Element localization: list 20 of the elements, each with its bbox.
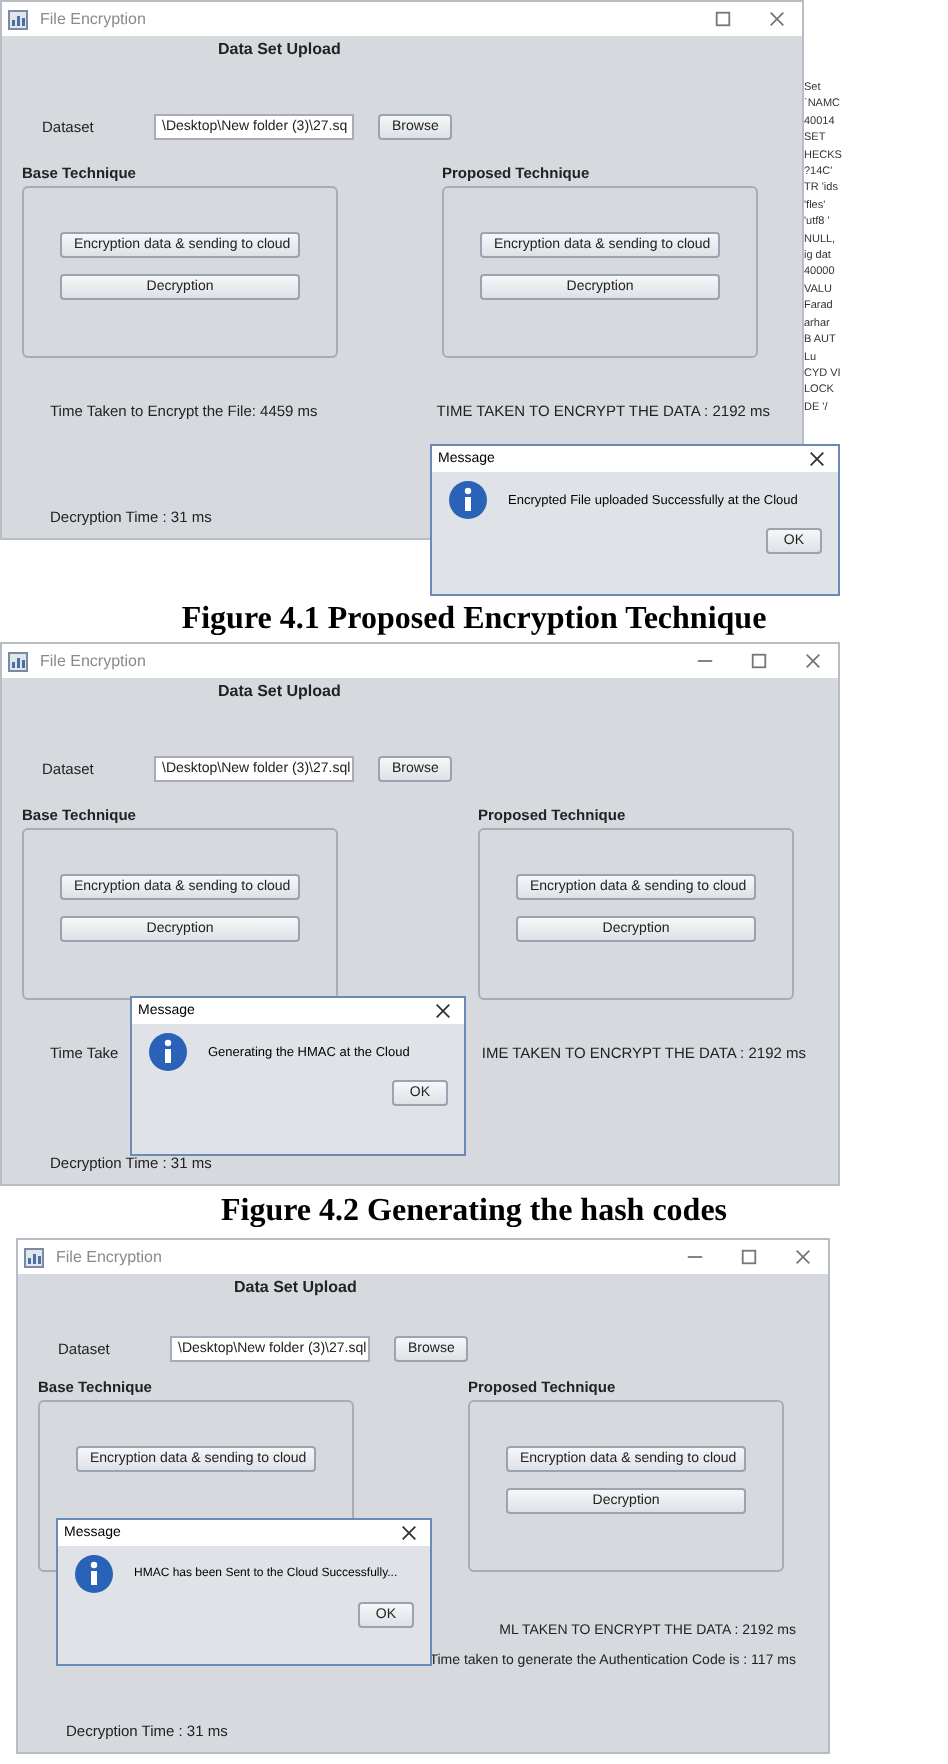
maximize-icon[interactable] — [750, 652, 768, 670]
section-heading: Data Set Upload — [218, 40, 343, 58]
app-icon — [24, 1247, 44, 1267]
window-title: File Encryption — [40, 10, 146, 28]
figure-caption: Figure 4.2 Generating the hash codes — [218, 1192, 730, 1232]
app-icon — [8, 9, 28, 29]
figure-caption: Figure 4.1 Proposed Encryption Technique — [179, 600, 769, 640]
maximize-icon[interactable] — [714, 10, 732, 28]
window-title: File Encryption — [56, 1248, 162, 1266]
info-icon — [148, 1032, 188, 1072]
close-icon[interactable] — [808, 450, 826, 468]
section-heading: Data Set Upload — [218, 682, 343, 700]
maximize-icon[interactable] — [740, 1248, 758, 1266]
app-icon — [8, 651, 28, 671]
close-icon[interactable] — [434, 1002, 452, 1020]
window-title: File Encryption — [40, 652, 146, 670]
close-icon[interactable] — [400, 1524, 418, 1542]
info-icon — [448, 480, 488, 520]
section-heading: Data Set Upload — [234, 1278, 359, 1296]
info-icon — [74, 1554, 114, 1594]
